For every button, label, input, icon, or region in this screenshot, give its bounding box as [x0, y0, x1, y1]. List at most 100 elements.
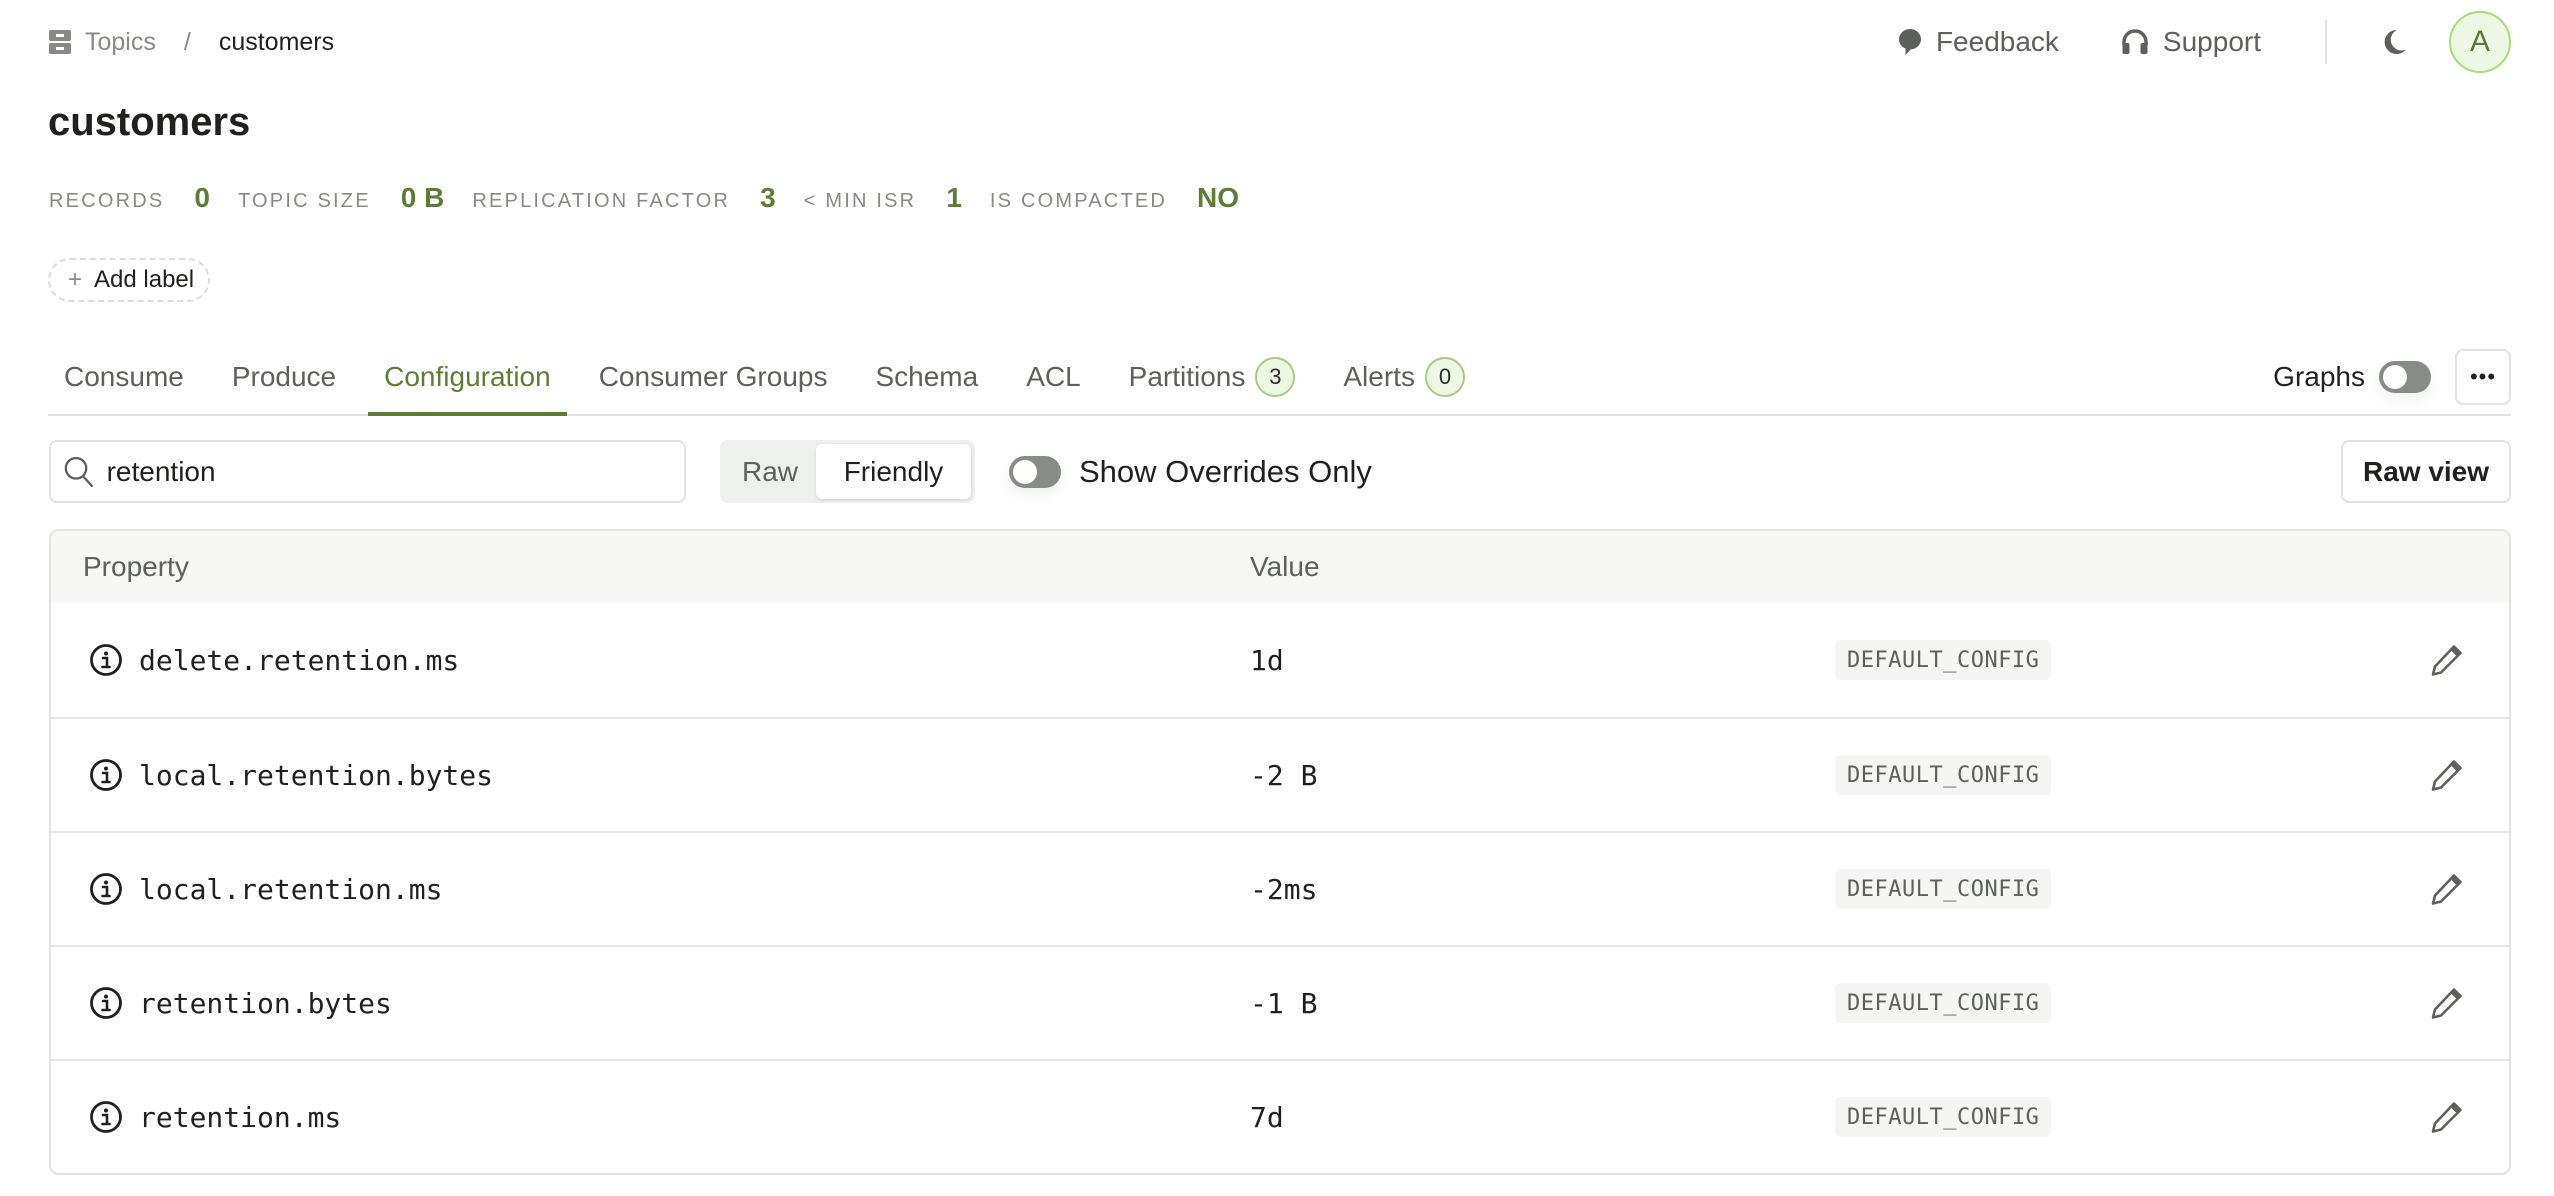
- add-label-text: Add label: [94, 266, 195, 293]
- table-header: Property Value: [51, 531, 2509, 603]
- stat-compacted-label: IS COMPACTED: [989, 190, 1168, 212]
- divider: [2325, 20, 2327, 64]
- table-row: local.retention.ms -2ms DEFAULT_CONFIG: [51, 831, 2509, 945]
- table-body: delete.retention.ms 1d DEFAULT_CONFIG lo…: [51, 603, 2509, 1173]
- table-row: retention.bytes -1 B DEFAULT_CONFIG: [51, 945, 2509, 1059]
- topic-tabs: Consume Produce Configuration Consumer G…: [48, 340, 2511, 416]
- raw-view-button[interactable]: Raw view: [2341, 440, 2511, 503]
- tab-label: Partitions: [1128, 361, 1246, 392]
- breadcrumb-current: customers: [218, 27, 335, 56]
- property-value: 1d: [1250, 643, 1284, 677]
- tab-label: Consume: [64, 361, 184, 392]
- tabs-right-controls: Graphs •••: [2273, 340, 2511, 414]
- tab-label: ACL: [1026, 361, 1081, 392]
- config-source-badge: DEFAULT_CONFIG: [1835, 1097, 2052, 1137]
- config-table: Property Value delete.retention.ms 1d DE…: [49, 529, 2511, 1175]
- user-avatar[interactable]: A: [2449, 11, 2511, 73]
- config-source-badge: DEFAULT_CONFIG: [1835, 640, 2052, 680]
- show-overrides-label: Show Overrides Only: [1079, 453, 1372, 489]
- stat-topic-size-value: 0 B: [400, 182, 445, 213]
- partitions-count-badge: 3: [1255, 357, 1296, 397]
- stat-min-isr-label: < MIN ISR: [803, 190, 917, 212]
- breadcrumb-topics-link[interactable]: Topics: [85, 28, 156, 57]
- chat-bubble-icon: [1898, 29, 1921, 55]
- show-overrides-toggle[interactable]: [1009, 455, 1061, 488]
- search-icon: [64, 456, 93, 487]
- breadcrumb-separator: /: [183, 27, 191, 56]
- page-title: customers: [48, 100, 251, 144]
- config-source-badge: DEFAULT_CONFIG: [1835, 869, 2052, 909]
- tab-schema[interactable]: Schema: [859, 340, 994, 414]
- property-name: local.retention.ms: [139, 872, 443, 906]
- headphones-icon: [2122, 29, 2148, 54]
- edit-button[interactable]: [2429, 985, 2465, 1021]
- tab-label: Alerts: [1343, 361, 1415, 392]
- topic-stats: RECORDS 0 TOPIC SIZE 0 B REPLICATION FAC…: [49, 182, 1267, 216]
- view-mode-friendly[interactable]: Friendly: [816, 444, 971, 499]
- stat-records-value: 0: [194, 182, 210, 213]
- property-value: 7d: [1250, 1100, 1284, 1134]
- column-header-value: Value: [1250, 551, 1320, 582]
- pencil-icon: [2431, 760, 2462, 791]
- info-icon[interactable]: [89, 872, 123, 906]
- more-options-button[interactable]: •••: [2455, 349, 2511, 405]
- graphs-label: Graphs: [2273, 361, 2365, 392]
- pencil-icon: [2431, 645, 2462, 676]
- show-overrides-control: Show Overrides Only: [1009, 440, 1372, 503]
- pencil-icon: [2431, 1102, 2462, 1133]
- plus-icon: +: [68, 266, 83, 293]
- tab-consumer-groups[interactable]: Consumer Groups: [583, 340, 844, 414]
- edit-button[interactable]: [2429, 871, 2465, 907]
- table-row: retention.ms 7d DEFAULT_CONFIG: [51, 1059, 2509, 1173]
- property-name: retention.ms: [139, 1100, 342, 1134]
- table-row: local.retention.bytes -2 B DEFAULT_CONFI…: [51, 717, 2509, 831]
- config-filters: Raw Friendly Show Overrides Only Raw vie…: [49, 440, 2511, 504]
- edit-button[interactable]: [2429, 757, 2465, 793]
- tab-partitions[interactable]: Partitions 3: [1113, 340, 1312, 414]
- topics-icon: [49, 30, 71, 54]
- table-row: delete.retention.ms 1d DEFAULT_CONFIG: [51, 603, 2509, 717]
- edit-button[interactable]: [2429, 1099, 2465, 1135]
- breadcrumb: Topics / customers: [49, 24, 334, 60]
- info-icon[interactable]: [89, 1100, 123, 1134]
- feedback-label: Feedback: [1935, 26, 2059, 57]
- tab-label: Consumer Groups: [598, 361, 828, 392]
- stat-topic-size-label: TOPIC SIZE: [238, 190, 371, 212]
- tab-configuration[interactable]: Configuration: [368, 340, 567, 416]
- edit-button[interactable]: [2429, 642, 2465, 678]
- graphs-toggle[interactable]: [2379, 361, 2431, 393]
- tab-label: Produce: [231, 361, 337, 392]
- tab-alerts[interactable]: Alerts 0: [1327, 340, 1481, 414]
- add-label-button[interactable]: + Add label: [48, 258, 211, 302]
- property-name: delete.retention.ms: [139, 643, 460, 677]
- stat-records-label: RECORDS: [49, 190, 165, 212]
- property-value: -1 B: [1250, 986, 1318, 1020]
- pencil-icon: [2431, 988, 2462, 1019]
- feedback-button[interactable]: Feedback: [1898, 26, 2059, 58]
- property-name: local.retention.bytes: [139, 758, 494, 792]
- top-actions: Feedback Support A: [1898, 10, 2511, 74]
- stat-replication-value: 3: [760, 182, 776, 213]
- pencil-icon: [2431, 874, 2462, 905]
- info-icon[interactable]: [89, 986, 123, 1020]
- view-mode-toggle: Raw Friendly: [720, 440, 975, 503]
- alerts-count-badge: 0: [1424, 357, 1465, 397]
- ellipsis-icon: •••: [2469, 364, 2497, 389]
- info-icon[interactable]: [89, 643, 123, 677]
- property-value: -2ms: [1250, 872, 1318, 906]
- tab-label: Schema: [875, 361, 979, 392]
- view-mode-raw[interactable]: Raw: [724, 444, 816, 499]
- info-icon[interactable]: [89, 758, 123, 792]
- column-header-property: Property: [83, 551, 189, 582]
- tab-consume[interactable]: Consume: [48, 340, 200, 414]
- support-button[interactable]: Support: [2121, 26, 2261, 58]
- tab-acl[interactable]: ACL: [1010, 340, 1096, 414]
- support-label: Support: [2162, 26, 2261, 57]
- moon-icon[interactable]: [2379, 27, 2409, 57]
- stat-replication-label: REPLICATION FACTOR: [472, 190, 731, 212]
- stat-compacted-value: NO: [1197, 182, 1240, 213]
- search-field[interactable]: [49, 440, 686, 503]
- tab-produce[interactable]: Produce: [216, 340, 352, 414]
- search-input[interactable]: [106, 455, 684, 488]
- config-source-badge: DEFAULT_CONFIG: [1835, 755, 2052, 795]
